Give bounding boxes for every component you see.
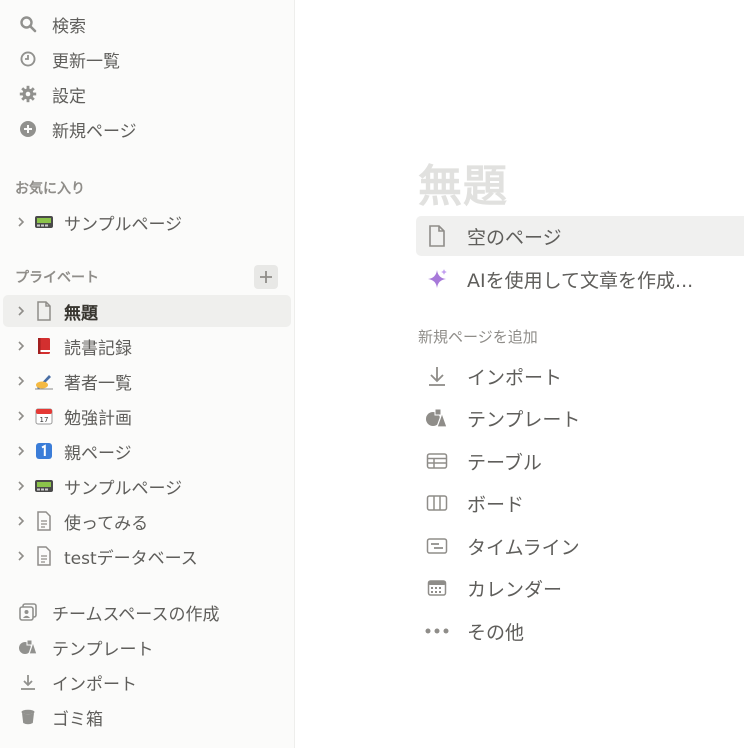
more-option[interactable]: その他	[416, 611, 744, 651]
search-icon	[18, 14, 38, 34]
option-label: タイムライン	[467, 536, 580, 559]
sidebar-page-try-it[interactable]: 使ってみる	[0, 506, 295, 536]
sidebar-item-import[interactable]: インポート	[0, 667, 295, 697]
sidebar-item-label: 勉強計画	[64, 408, 132, 429]
svg-text:17: 17	[40, 416, 49, 424]
chevron-right-icon[interactable]	[14, 444, 28, 458]
option-label: テーブル	[467, 451, 542, 474]
red-book-icon	[34, 336, 54, 356]
teamspace-icon	[18, 602, 38, 622]
sidebar-item-label: テンプレート	[52, 639, 154, 660]
calendar-icon	[424, 575, 450, 601]
sidebar-item-label: 親ページ	[64, 443, 132, 464]
pager-icon	[34, 212, 54, 232]
number-one-icon	[34, 441, 54, 461]
board-icon	[424, 490, 450, 516]
sidebar-item-label: 新規ページ	[52, 121, 137, 142]
document-icon	[34, 546, 54, 566]
add-private-page-button[interactable]	[254, 265, 278, 289]
sidebar-page-authors[interactable]: 著者一覧	[0, 366, 295, 396]
page-icon	[424, 223, 450, 249]
sidebar-item-create-teamspace[interactable]: チームスペースの作成	[0, 597, 295, 627]
chevron-right-icon[interactable]	[14, 479, 28, 493]
sidebar-page-sample-favorite[interactable]: サンプルページ	[0, 207, 295, 237]
ai-write-option[interactable]: AIを使用して文章を作成...	[416, 259, 744, 299]
option-label: カレンダー	[467, 578, 563, 601]
sidebar-item-label: インポート	[52, 674, 137, 695]
sidebar-item-label: 設定	[52, 86, 86, 107]
download-icon	[18, 672, 38, 692]
shapes-icon	[424, 405, 450, 431]
private-section-label: プライベート	[15, 270, 99, 286]
download-icon	[424, 363, 450, 389]
page-icon	[34, 301, 54, 321]
table-option[interactable]: テーブル	[416, 441, 744, 481]
sidebar-item-trash[interactable]: ゴミ箱	[0, 702, 295, 732]
sparkle-icon	[424, 266, 450, 292]
chevron-right-icon[interactable]	[14, 339, 28, 353]
main-content: 無題 空のページ AIを使用して文章を作成... 新規ページを追加 インポート …	[295, 0, 744, 748]
page-title[interactable]: 無題	[418, 150, 508, 214]
chevron-right-icon[interactable]	[14, 215, 28, 229]
sidebar-item-label: 更新一覧	[52, 51, 120, 72]
sidebar-item-label: 使ってみる	[64, 513, 149, 534]
option-label: 空のページ	[467, 226, 562, 249]
writing-hand-icon	[34, 371, 54, 391]
sidebar-item-label: 著者一覧	[64, 373, 132, 394]
sidebar-item-label: サンプルページ	[64, 214, 183, 235]
option-label: テンプレート	[467, 408, 581, 431]
import-option[interactable]: インポート	[416, 356, 744, 396]
gear-icon	[18, 84, 38, 104]
sidebar-item-label: サンプルページ	[64, 478, 183, 499]
trash-icon	[18, 707, 38, 727]
sidebar-page-parent[interactable]: 親ページ	[0, 436, 295, 466]
board-option[interactable]: ボード	[416, 483, 744, 523]
more-icon	[424, 618, 450, 644]
option-label: インポート	[467, 366, 563, 389]
shapes-icon	[18, 637, 38, 657]
sidebar-item-settings[interactable]: 設定	[0, 79, 295, 109]
option-label: ボード	[467, 493, 525, 516]
sidebar-page-test-database[interactable]: testデータベース	[0, 541, 295, 571]
sidebar-item-label: 検索	[52, 16, 86, 37]
sidebar-item-templates[interactable]: テンプレート	[0, 632, 295, 662]
add-new-page-label: 新規ページを追加	[418, 328, 538, 346]
pager-icon	[34, 476, 54, 496]
plus-circle-icon	[18, 119, 38, 139]
sidebar-item-updates[interactable]: 更新一覧	[0, 44, 295, 74]
sidebar-page-untitled[interactable]: 無題	[3, 295, 291, 327]
sidebar-item-label: 読書記録	[64, 338, 132, 359]
sidebar-page-sample[interactable]: サンプルページ	[0, 471, 295, 501]
chevron-right-icon[interactable]	[14, 409, 28, 423]
favorites-section-label: お気に入り	[15, 181, 85, 197]
sidebar-page-reading-log[interactable]: 読書記録	[0, 331, 295, 361]
option-label: AIを使用して文章を作成...	[467, 269, 694, 292]
sidebar-item-label: 無題	[64, 303, 98, 324]
calendar-icon: 17	[34, 406, 54, 426]
sidebar-item-new-page[interactable]: 新規ページ	[0, 114, 295, 144]
calendar-option[interactable]: カレンダー	[416, 568, 744, 608]
option-label: その他	[467, 621, 525, 644]
document-icon	[34, 511, 54, 531]
timeline-option[interactable]: タイムライン	[416, 526, 744, 566]
chevron-right-icon[interactable]	[14, 374, 28, 388]
template-option[interactable]: テンプレート	[416, 398, 744, 438]
timeline-icon	[424, 533, 450, 559]
sidebar-item-label: testデータベース	[64, 548, 198, 569]
clock-icon	[18, 49, 38, 69]
chevron-right-icon[interactable]	[14, 304, 28, 318]
empty-page-option[interactable]: 空のページ	[416, 216, 744, 256]
sidebar-item-label: チームスペースの作成	[52, 604, 220, 625]
sidebar-item-label: ゴミ箱	[52, 709, 103, 730]
chevron-right-icon[interactable]	[14, 514, 28, 528]
chevron-right-icon[interactable]	[14, 549, 28, 563]
sidebar-item-search[interactable]: 検索	[0, 9, 295, 39]
sidebar: 検索 更新一覧 設定 新規ページ お気に入り サンプルページ プライベート 無題…	[0, 0, 295, 748]
table-icon	[424, 448, 450, 474]
sidebar-page-study-plan[interactable]: 17 勉強計画	[0, 401, 295, 431]
